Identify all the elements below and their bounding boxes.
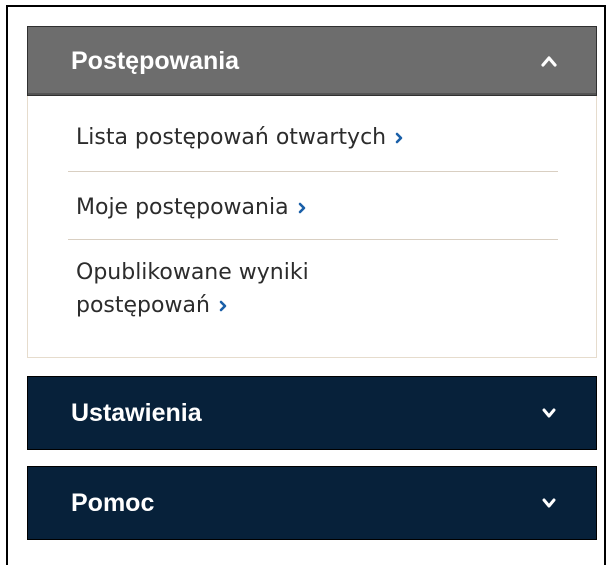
chevron-right-icon <box>394 132 404 144</box>
submenu-item-moje-postepowania[interactable]: Moje postępowania <box>68 191 558 224</box>
chevron-right-icon <box>218 300 228 312</box>
chevron-right-icon <box>297 202 307 214</box>
separator <box>68 239 558 240</box>
pomoc-header[interactable]: Pomoc <box>27 466 597 540</box>
submenu-item-label-line2: postępowań <box>76 293 210 318</box>
submenu-item-label-line1: Opublikowane wyniki <box>76 260 309 285</box>
submenu-item-label: Lista postępowań otwartych <box>76 125 387 150</box>
postepowania-submenu: Lista postępowań otwartych Moje postępow… <box>27 96 597 358</box>
pomoc-title: Pomoc <box>71 488 155 517</box>
ustawienia-title: Ustawienia <box>71 398 202 427</box>
submenu-item-lista-postepowan-otwartych[interactable]: Lista postępowań otwartych <box>68 121 558 154</box>
separator <box>68 171 558 172</box>
chevron-down-icon <box>537 401 561 425</box>
chevron-up-icon <box>537 49 561 73</box>
chevron-down-icon <box>537 491 561 515</box>
submenu-item-opublikowane-wyniki[interactable]: Opublikowane wyniki postępowań <box>68 256 558 322</box>
ustawienia-header[interactable]: Ustawienia <box>27 376 597 450</box>
postepowania-title: Postępowania <box>71 46 240 75</box>
postepowania-header[interactable]: Postępowania <box>27 26 597 96</box>
submenu-item-label: Moje postępowania <box>76 195 289 220</box>
